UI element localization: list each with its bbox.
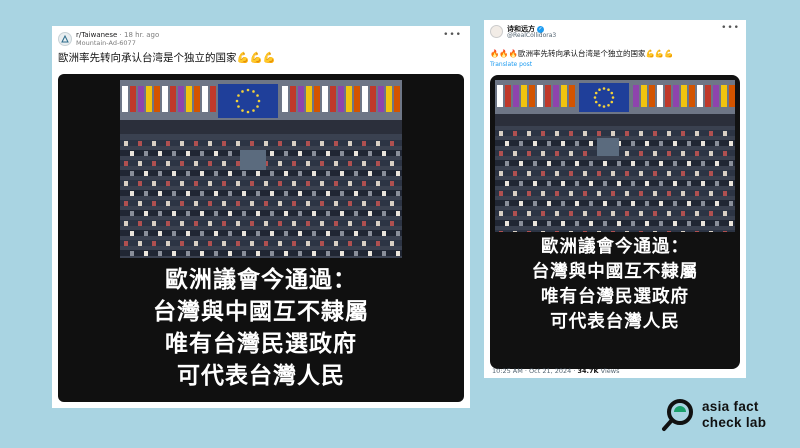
caption-line-4: 可代表台灣人民 bbox=[550, 312, 680, 332]
reddit-post-card[interactable]: r/Taiwanese · 18 hr. ago Mountain-Ad-607… bbox=[52, 26, 470, 408]
caption-line-1: 歐洲議會今通過： bbox=[165, 267, 357, 293]
views-count: 34.7K bbox=[577, 367, 599, 375]
user-handle[interactable]: @RealCollidora3 bbox=[507, 32, 556, 39]
asia-fact-check-lab-logo: asia fact check lab bbox=[660, 396, 800, 440]
caption-line-1: 歐洲議會今通過： bbox=[541, 237, 689, 257]
post-timestamp[interactable]: 10:25 AM · Oct 21, 2024 · bbox=[492, 367, 578, 375]
subreddit-avatar-icon[interactable] bbox=[58, 32, 72, 46]
post-meta: 10:25 AM · Oct 21, 2024 · 34.7K Views bbox=[492, 367, 619, 375]
caption-line-3: 唯有台灣民選政府 bbox=[541, 287, 689, 307]
post-image[interactable]: 歐洲議會今通過： 台灣與中國互不隸屬 唯有台灣民選政府 可代表台灣人民 bbox=[58, 74, 464, 402]
magnifier-logo-icon bbox=[662, 399, 693, 431]
x-post-card[interactable]: 诗和远方 ✓ @RealCollidora3 ••• 🔥🔥🔥歐洲率先转向承认台湾是… bbox=[484, 20, 746, 378]
caption-line-2: 台灣與中國互不隸屬 bbox=[153, 299, 369, 325]
post-title[interactable]: 歐洲率先转向承认台湾是个独立的国家💪💪💪 bbox=[58, 50, 276, 65]
views-label: Views bbox=[598, 367, 620, 375]
image-caption: 歐洲議會今通過： 台灣與中國互不隸屬 唯有台灣民選政府 可代表台灣人民 bbox=[490, 235, 740, 335]
more-horizontal-icon[interactable]: ••• bbox=[721, 23, 740, 33]
logo-line-2: check lab bbox=[702, 415, 767, 430]
translate-link[interactable]: Translate post bbox=[490, 61, 532, 68]
caption-line-4: 可代表台灣人民 bbox=[177, 363, 345, 389]
post-image[interactable]: 歐洲議會今通過： 台灣與中國互不隸屬 唯有台灣民選政府 可代表台灣人民 bbox=[490, 75, 740, 369]
parliament-photo bbox=[495, 80, 735, 232]
image-caption: 歐洲議會今通過： 台灣與中國互不隸屬 唯有台灣民選政府 可代表台灣人民 bbox=[58, 264, 464, 392]
separator: · bbox=[119, 31, 122, 39]
logo-line-1: asia fact bbox=[702, 399, 759, 414]
caption-line-3: 唯有台灣民選政府 bbox=[165, 331, 357, 357]
user-avatar[interactable] bbox=[490, 25, 503, 38]
post-time: 18 hr. ago bbox=[124, 31, 160, 39]
parliament-photo bbox=[120, 80, 402, 258]
subreddit-name[interactable]: r/Taiwanese bbox=[76, 31, 117, 39]
caption-line-2: 台灣與中國互不隸屬 bbox=[531, 262, 699, 282]
post-text: 🔥🔥🔥歐洲率先转向承认台湾是个独立的国家💪💪💪 bbox=[490, 49, 674, 58]
subreddit-line: r/Taiwanese · 18 hr. ago bbox=[76, 31, 159, 39]
post-author[interactable]: Mountain-Ad-6077 bbox=[76, 39, 136, 47]
more-horizontal-icon[interactable]: ••• bbox=[443, 30, 462, 40]
